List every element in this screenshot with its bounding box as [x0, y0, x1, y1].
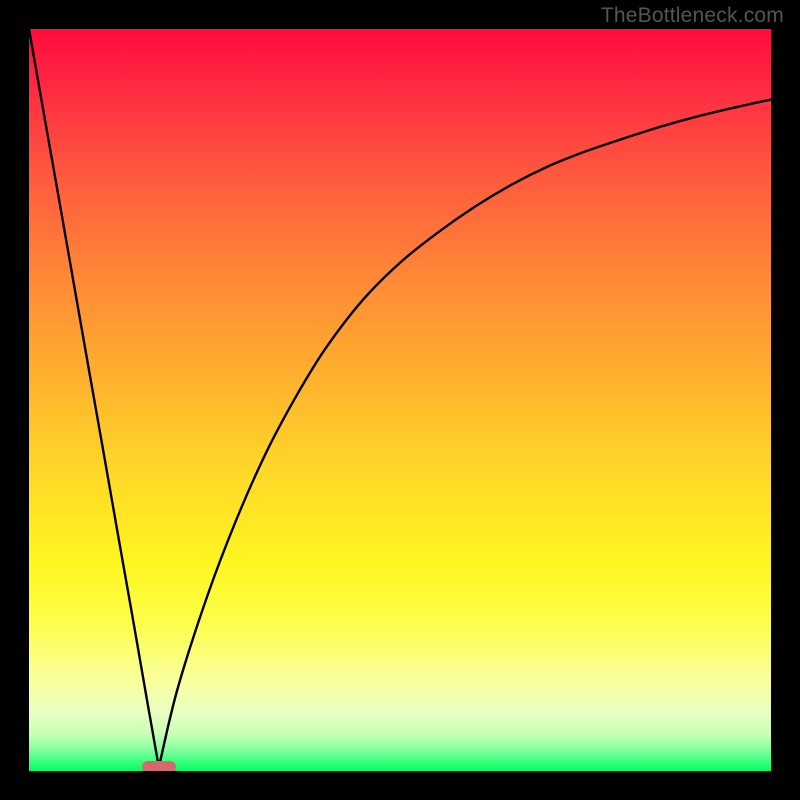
- curve-right-branch: [159, 99, 771, 767]
- plot-area: [29, 29, 771, 771]
- curve-left-branch: [29, 29, 159, 767]
- curve-svg: [29, 29, 771, 771]
- chart-container: TheBottleneck.com: [0, 0, 800, 800]
- cusp-marker: [142, 761, 176, 771]
- watermark-text: TheBottleneck.com: [601, 4, 784, 28]
